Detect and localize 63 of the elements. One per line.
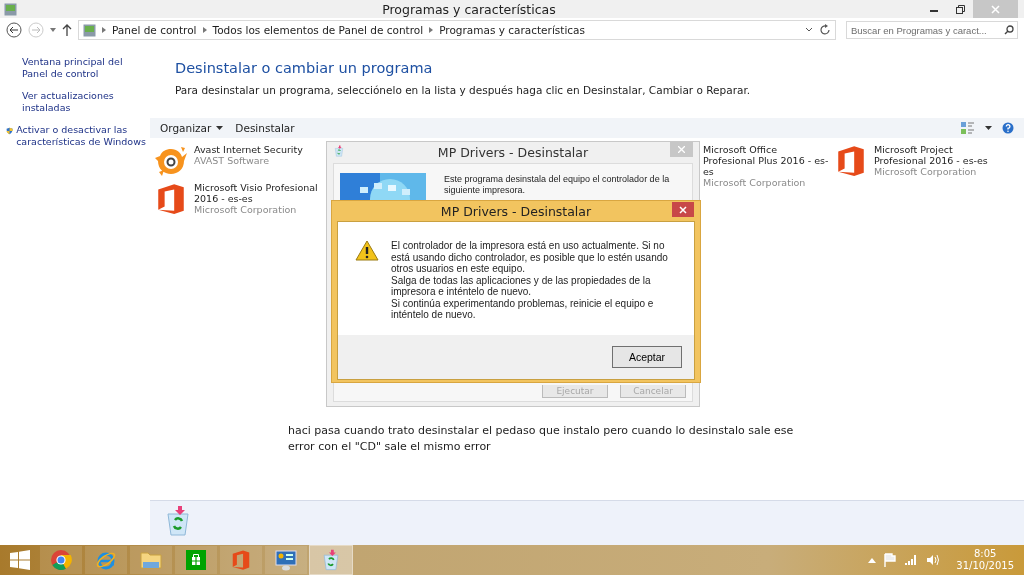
caret-icon <box>216 126 224 130</box>
office-icon <box>230 549 252 571</box>
taskbar-button[interactable] <box>40 546 82 574</box>
toolbar-button[interactable]: Desinstalar <box>235 122 295 134</box>
instructions-text: Para desinstalar un programa, selecciónelo en la lista y después haga clic en Desinstalar, Cambiar o Reparar. <box>175 84 752 96</box>
close-button[interactable] <box>672 202 694 217</box>
taskbar-button[interactable] <box>175 546 217 574</box>
taskbar-button[interactable] <box>310 546 352 574</box>
toolbar-button[interactable]: Organizar <box>160 122 224 134</box>
search-icon <box>1004 25 1014 35</box>
publisher-text: Microsoft Corporation <box>874 166 978 177</box>
breadcrumb[interactable]: Panel de control <box>112 24 197 36</box>
chevron-icon[interactable] <box>102 27 106 33</box>
folder-icon <box>139 549 163 571</box>
close-icon <box>678 146 685 153</box>
breadcrumb[interactable]: Programas y características <box>439 24 585 36</box>
sidebar-link[interactable]: Ventana principal del Panel de control <box>6 56 150 80</box>
back-icon[interactable] <box>6 22 22 38</box>
program-name[interactable]: Avast Internet Security <box>194 144 320 155</box>
up-arrow-icon[interactable] <box>62 24 72 36</box>
recycle-bin-icon <box>333 145 345 157</box>
message-text: Salga de todas las aplicaciones y de las propiedades de la impresora e inténtelo de nuevo. <box>391 274 652 298</box>
chevron-icon[interactable] <box>202 27 207 33</box>
page-heading: Desinstalar o cambiar un programa <box>175 60 434 76</box>
publisher-text: Microsoft Corporation <box>703 177 807 188</box>
comment-text: haci pasa cuando trato desinstalar el pedaso que instalo pero cuando lo desinstalo sale ese error con el "CD" sale el mismo error <box>288 423 795 455</box>
chrome-icon <box>50 549 72 571</box>
store-icon <box>185 549 207 571</box>
window-title: Programas y características <box>381 1 557 17</box>
dropdown-icon[interactable] <box>805 27 813 33</box>
chevron-icon[interactable] <box>429 27 434 33</box>
taskbar-button[interactable] <box>265 546 307 574</box>
message-text: Si continúa experimentando problemas, reinicie el equipo e inténtelo de nuevo. <box>391 297 655 321</box>
sidebar-link[interactable]: Activar o desactivar las características de Windows <box>16 124 150 148</box>
avast-icon <box>154 144 188 178</box>
ok-button[interactable]: Aceptar <box>612 346 682 368</box>
flag-icon[interactable] <box>884 553 897 567</box>
dialog-text: Este programa desinstala del equipo el controlador de la siguiente impresora. <box>444 174 671 196</box>
speaker-icon[interactable] <box>926 554 941 566</box>
view-options-icon[interactable] <box>961 122 975 134</box>
refresh-icon[interactable] <box>819 24 831 36</box>
close-icon <box>679 205 687 214</box>
program-name[interactable]: Microsoft Visio Profesional 2016 - es-es <box>194 182 320 204</box>
dialog-title: MP Drivers - Desinstalar <box>440 203 592 219</box>
control-panel-icon <box>83 23 96 37</box>
dropdown-icon[interactable] <box>985 126 992 130</box>
program-name[interactable]: Microsoft Office Profesional Plus 2016 - es-es <box>703 144 829 177</box>
restore-icon <box>955 4 965 14</box>
publisher-text: AVAST Software <box>194 155 270 166</box>
program-name[interactable]: Microsoft Project Profesional 2016 - es-es <box>874 144 1000 166</box>
show-hidden-icons-icon[interactable] <box>868 557 877 563</box>
breadcrumb[interactable]: Todos los elementos de Panel de control <box>212 24 424 36</box>
warning-icon <box>355 240 379 261</box>
sidebar-link[interactable]: Ver actualizaciones instaladas <box>6 90 150 114</box>
help-icon[interactable] <box>1002 122 1014 134</box>
control-panel-icon <box>274 549 298 571</box>
signal-icon[interactable] <box>904 554 919 566</box>
close-icon <box>991 4 1000 14</box>
dialog-title: MP Drivers - Desinstalar <box>437 145 589 160</box>
control-panel-icon <box>4 2 17 16</box>
search-field[interactable]: Buscar en Programas y caract... <box>846 21 1018 39</box>
message-text: El controlador de la impresora está en uso actualmente. Si no está usando dicho controlador, es posible que lo estén usando otros usuarios en este equipo. <box>391 240 669 275</box>
publisher-text: Microsoft Corporation <box>194 204 298 215</box>
